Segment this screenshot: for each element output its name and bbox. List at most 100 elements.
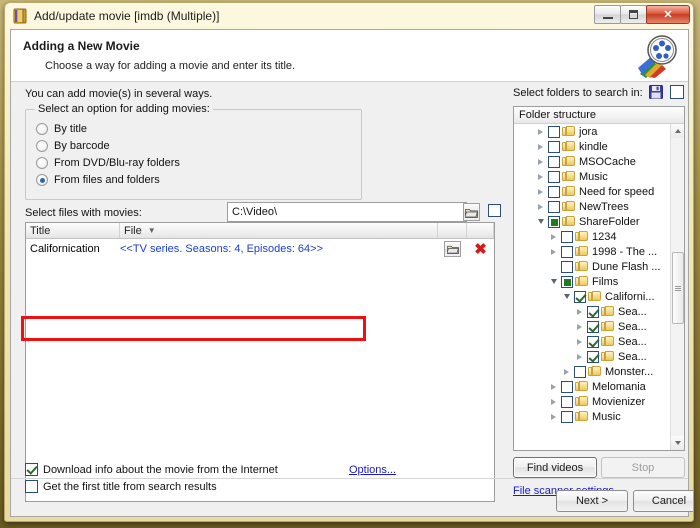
first-title-checkbox[interactable]: Get the first title from search results — [25, 480, 217, 493]
chevron-down-icon[interactable] — [561, 291, 572, 302]
chevron-right-icon[interactable] — [548, 381, 559, 392]
chevron-right-icon[interactable] — [535, 201, 546, 212]
column-header-file[interactable]: File ▼ — [120, 223, 438, 238]
tree-item[interactable]: Melomania — [514, 379, 672, 394]
scroll-up-button[interactable] — [671, 124, 684, 138]
tree-item-checkbox[interactable] — [561, 230, 573, 243]
scrollbar-thumb[interactable] — [672, 252, 684, 324]
chevron-right-icon[interactable] — [574, 336, 585, 347]
radio-from-files-and-folders[interactable]: From files and folders — [36, 174, 160, 186]
close-button[interactable]: ✕ — [646, 5, 690, 24]
tree-item-checkbox[interactable] — [548, 125, 560, 138]
chevron-right-icon[interactable] — [535, 156, 546, 167]
table-row[interactable]: Californication <<TV series. Seasons: 4,… — [26, 239, 494, 259]
tree-item-label: Dune Flash ... — [592, 260, 661, 273]
tree-item[interactable]: Dune Flash ... — [514, 259, 672, 274]
chevron-right-icon[interactable] — [574, 351, 585, 362]
tree-item[interactable]: Movienizer — [514, 394, 672, 409]
tree-item[interactable]: Monster... — [514, 364, 672, 379]
chevron-right-icon[interactable] — [535, 141, 546, 152]
chevron-right-icon[interactable] — [561, 366, 572, 377]
tree-item[interactable]: NewTrees — [514, 199, 672, 214]
tree-item-checkbox[interactable] — [587, 320, 599, 333]
tree-item-checkbox[interactable] — [561, 395, 573, 408]
tree-item[interactable]: MSOCache — [514, 154, 672, 169]
tree-item-checkbox[interactable] — [561, 260, 573, 273]
checkbox-label: Get the first title from search results — [43, 480, 217, 493]
chevron-down-icon[interactable] — [535, 216, 546, 227]
scroll-down-button[interactable] — [671, 436, 684, 450]
tree-item[interactable]: Music — [514, 169, 672, 184]
cancel-button[interactable]: Cancel — [633, 490, 693, 512]
column-header-title[interactable]: Title — [26, 223, 120, 238]
tree-item-checkbox[interactable] — [548, 185, 560, 198]
tree-item[interactable]: Sea... — [514, 349, 672, 364]
chevron-right-icon[interactable] — [574, 306, 585, 317]
tree-item[interactable]: Sea... — [514, 334, 672, 349]
folder-icon — [588, 291, 601, 302]
row-browse-button[interactable] — [438, 241, 467, 257]
tree-item[interactable]: kindle — [514, 139, 672, 154]
tree-item[interactable]: Sea... — [514, 319, 672, 334]
tree-item-checkbox[interactable] — [574, 365, 586, 378]
options-link[interactable]: Options... — [349, 464, 396, 476]
radio-by-title[interactable]: By title — [36, 123, 87, 135]
tree-item-checkbox[interactable] — [548, 170, 560, 183]
radio-by-barcode[interactable]: By barcode — [36, 140, 110, 152]
chevron-right-icon[interactable] — [535, 126, 546, 137]
floppy-save-icon[interactable] — [647, 83, 665, 100]
tree-item[interactable]: Californi... — [514, 289, 672, 304]
tree-item-checkbox[interactable] — [587, 305, 599, 318]
title-bar[interactable]: Add/update movie [imdb (Multiple)] ✕ — [5, 3, 693, 29]
tree-item-checkbox[interactable] — [587, 335, 599, 348]
stop-button[interactable]: Stop — [601, 457, 685, 478]
download-info-checkbox[interactable]: Download info about the movie from the I… — [25, 463, 278, 476]
tree-item[interactable]: 1234 — [514, 229, 672, 244]
chevron-right-icon[interactable] — [574, 321, 585, 332]
tree-item[interactable]: ShareFolder — [514, 214, 672, 229]
next-button[interactable]: Next > — [556, 490, 628, 512]
chevron-down-icon[interactable] — [548, 276, 559, 287]
chevron-right-icon[interactable] — [548, 396, 559, 407]
radio-indicator — [36, 174, 48, 186]
chevron-right-icon[interactable] — [548, 411, 559, 422]
tree-nodes: jora kindle MSOCache Music Need for speed New… — [514, 124, 672, 450]
chevron-right-icon[interactable] — [548, 231, 559, 242]
tree-item[interactable]: Sea... — [514, 304, 672, 319]
folder-icon — [562, 216, 575, 227]
tree-item-label: Need for speed — [579, 185, 655, 198]
files-path-input[interactable]: C:\Video\ — [227, 202, 467, 222]
tree-item-checkbox[interactable] — [548, 155, 560, 168]
chevron-right-icon[interactable] — [548, 246, 559, 257]
tree-item[interactable]: Music — [514, 409, 672, 424]
tree-item-checkbox[interactable] — [574, 290, 586, 303]
tree-item-checkbox[interactable] — [561, 245, 573, 258]
tree-item[interactable]: 1998 - The ... — [514, 244, 672, 259]
minimize-button[interactable] — [594, 5, 621, 24]
window-title: Add/update movie [imdb (Multiple)] — [34, 9, 220, 23]
tree-item[interactable]: Films — [514, 274, 672, 289]
tree-item-checkbox[interactable] — [587, 350, 599, 363]
tree-item-checkbox[interactable] — [561, 410, 573, 423]
tree-item-checkbox[interactable] — [548, 140, 560, 153]
tree-item-checkbox[interactable] — [561, 380, 573, 393]
movie-file-list[interactable]: Title File ▼ Californication <<TV series… — [25, 222, 495, 502]
chevron-right-icon[interactable] — [535, 186, 546, 197]
folder-icon — [575, 381, 588, 392]
radio-from-dvd-bluray-folders[interactable]: From DVD/Blu-ray folders — [36, 157, 180, 169]
tree-item-checkbox[interactable] — [548, 215, 560, 228]
row-delete-button[interactable]: ✖ — [467, 242, 494, 257]
folder-tree[interactable]: Folder structure jora kindle MSOCache Music… — [513, 106, 685, 451]
chevron-right-icon[interactable] — [535, 171, 546, 182]
tree-item-checkbox[interactable] — [548, 200, 560, 213]
maximize-button[interactable] — [620, 5, 647, 24]
select-all-folders-checkbox[interactable] — [670, 85, 684, 99]
folder-icon — [601, 321, 614, 332]
tree-item[interactable]: jora — [514, 124, 672, 139]
tree-item[interactable]: Need for speed — [514, 184, 672, 199]
browse-folder-button[interactable] — [463, 203, 480, 221]
path-select-all-checkbox[interactable] — [488, 204, 501, 217]
tree-item-checkbox[interactable] — [561, 275, 573, 288]
tree-scrollbar[interactable] — [670, 124, 684, 450]
find-videos-button[interactable]: Find videos — [513, 457, 597, 478]
